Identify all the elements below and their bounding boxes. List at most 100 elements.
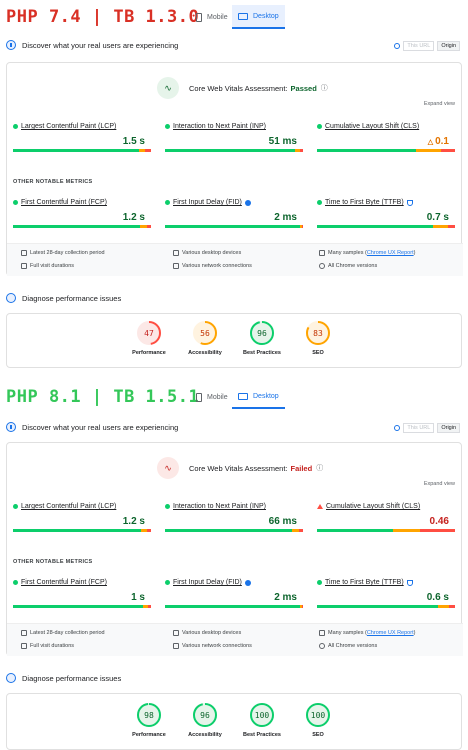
metric-ttfb: Time to First Byte (TTFB) 0.7 s — [317, 199, 455, 228]
score-ring: 98 — [137, 703, 161, 727]
toggle-this-url[interactable]: This URL — [403, 423, 435, 433]
metric-lcp: Largest Contentful Paint (LCP) 1.2 s — [13, 503, 151, 532]
flask-icon — [406, 579, 413, 586]
good-dot-icon — [165, 504, 170, 509]
info-chrome: All Chrome versions — [328, 263, 378, 269]
other-metrics-heading: OTHER NOTABLE METRICS — [13, 179, 93, 185]
collection-info: Latest 28-day collection period Various … — [7, 623, 463, 656]
chrome-ux-report-link[interactable]: Chrome UX Report — [367, 250, 414, 256]
good-dot-icon — [165, 200, 170, 205]
good-dot-icon — [165, 124, 170, 129]
metric-value: 51 ms — [268, 136, 297, 147]
distribution-bar — [13, 149, 151, 152]
info-network: Various network connections — [182, 643, 252, 649]
calendar-icon — [21, 630, 27, 636]
metric-value: 1.2 s — [122, 516, 145, 527]
metric-value: 0.6 s — [426, 592, 449, 603]
score-label: Best Practices — [243, 350, 281, 356]
info-chrome: All Chrome versions — [328, 643, 378, 649]
pulse-icon: ∿ — [157, 457, 179, 479]
gauge-seo[interactable]: 100 SEO — [288, 702, 348, 738]
metric-label[interactable]: Cumulative Layout Shift (CLS) — [326, 503, 420, 510]
metric-inp: Interaction to Next Paint (INP) 66 ms — [165, 503, 303, 532]
report-php74: PHP 7.4 | TB 1.3.0 Mobile Desktop Discov… — [0, 0, 468, 380]
metric-fid: First Input Delay (FID) 2 ms — [165, 199, 303, 228]
metric-cls: Cumulative Layout Shift (CLS) △ 0.1 — [317, 123, 455, 152]
score-label: Performance — [132, 732, 166, 738]
score-value: 56 — [200, 329, 210, 338]
metric-label[interactable]: Time to First Byte (TTFB) — [325, 579, 404, 586]
toggle-origin[interactable]: Origin — [437, 41, 460, 51]
tab-desktop[interactable]: Desktop — [232, 385, 285, 409]
info-samples: Many samples ( — [328, 630, 367, 636]
tab-mobile-label: Mobile — [207, 13, 228, 21]
score-ring: 96 — [193, 703, 217, 727]
good-dot-icon — [13, 200, 18, 205]
metric-label[interactable]: First Contentful Paint (FCP) — [21, 579, 107, 586]
diagnose-text: Diagnose performance issues — [22, 293, 122, 303]
other-metrics-heading: OTHER NOTABLE METRICS — [13, 559, 93, 565]
gauge-best-practices[interactable]: 100 Best Practices — [232, 702, 292, 738]
info-devices: Various desktop devices — [182, 630, 242, 636]
metric-label[interactable]: Cumulative Layout Shift (CLS) — [325, 123, 419, 130]
gauge-performance[interactable]: 98 Performance — [119, 702, 179, 738]
score-label: Accessibility — [188, 732, 222, 738]
desktop-icon — [238, 392, 248, 400]
tab-mobile[interactable]: Mobile — [190, 385, 234, 409]
metric-label[interactable]: First Input Delay (FID) — [173, 579, 242, 586]
score-gauges: 47 Performance 56 Accessibility 96 Best Pra… — [6, 313, 462, 368]
chrome-ux-report-link[interactable]: Chrome UX Report — [367, 630, 414, 636]
good-dot-icon — [165, 580, 170, 585]
pulse-icon: ∿ — [157, 77, 179, 99]
tab-desktop-label: Desktop — [253, 392, 279, 400]
info-period: Latest 28-day collection period — [30, 630, 105, 636]
distribution-bar — [13, 225, 151, 228]
score-value: 100 — [311, 711, 326, 720]
toggle-this-url[interactable]: This URL — [403, 41, 435, 51]
core-web-vitals-card: ∿ Core Web Vitals Assessment: Failed ⓘ E… — [6, 442, 463, 656]
wifi-icon — [173, 263, 179, 269]
timer-icon — [21, 263, 27, 269]
info-icon[interactable] — [244, 199, 251, 206]
distribution-bar — [165, 225, 303, 228]
good-dot-icon — [317, 200, 322, 205]
metric-value: 1.5 s — [122, 136, 145, 147]
score-label: Performance — [132, 350, 166, 356]
score-value: 96 — [200, 711, 210, 720]
metric-label[interactable]: Time to First Byte (TTFB) — [325, 199, 404, 206]
info-icon[interactable] — [394, 43, 401, 49]
discover-text: Discover what your real users are experi… — [22, 422, 179, 432]
metric-label[interactable]: First Input Delay (FID) — [173, 199, 242, 206]
metric-label[interactable]: Interaction to Next Paint (INP) — [173, 503, 266, 510]
metric-label[interactable]: Interaction to Next Paint (INP) — [173, 123, 266, 130]
score-label: Accessibility — [188, 350, 222, 356]
tab-desktop[interactable]: Desktop — [232, 5, 285, 29]
users-icon — [6, 422, 16, 432]
good-dot-icon — [13, 580, 18, 585]
gauge-performance[interactable]: 47 Performance — [119, 320, 179, 356]
metric-label[interactable]: Largest Contentful Paint (LCP) — [21, 503, 116, 510]
info-icon[interactable] — [394, 425, 401, 431]
metric-value: 66 ms — [268, 516, 297, 527]
help-icon[interactable]: ⓘ — [321, 83, 328, 93]
gauge-seo[interactable]: 83 SEO — [288, 320, 348, 356]
info-network: Various network connections — [182, 263, 252, 269]
desktop-icon — [238, 12, 248, 20]
distribution-bar — [165, 605, 303, 608]
tab-mobile[interactable]: Mobile — [190, 5, 234, 29]
distribution-bar — [317, 225, 455, 228]
gauge-accessibility[interactable]: 96 Accessibility — [175, 702, 235, 738]
gauge-best-practices[interactable]: 96 Best Practices — [232, 320, 292, 356]
score-value: 47 — [144, 329, 154, 338]
chrome-icon — [319, 643, 325, 649]
expand-view-link[interactable]: Expand view — [424, 481, 455, 487]
info-icon[interactable] — [244, 579, 251, 586]
help-icon[interactable]: ⓘ — [316, 463, 323, 473]
diagnose-heading: Diagnose performance issues — [6, 293, 121, 303]
gauge-accessibility[interactable]: 56 Accessibility — [175, 320, 235, 356]
metric-label[interactable]: Largest Contentful Paint (LCP) — [21, 123, 116, 130]
score-value: 98 — [144, 711, 154, 720]
metric-label[interactable]: First Contentful Paint (FCP) — [21, 199, 107, 206]
toggle-origin[interactable]: Origin — [437, 423, 460, 433]
expand-view-link[interactable]: Expand view — [424, 101, 455, 107]
